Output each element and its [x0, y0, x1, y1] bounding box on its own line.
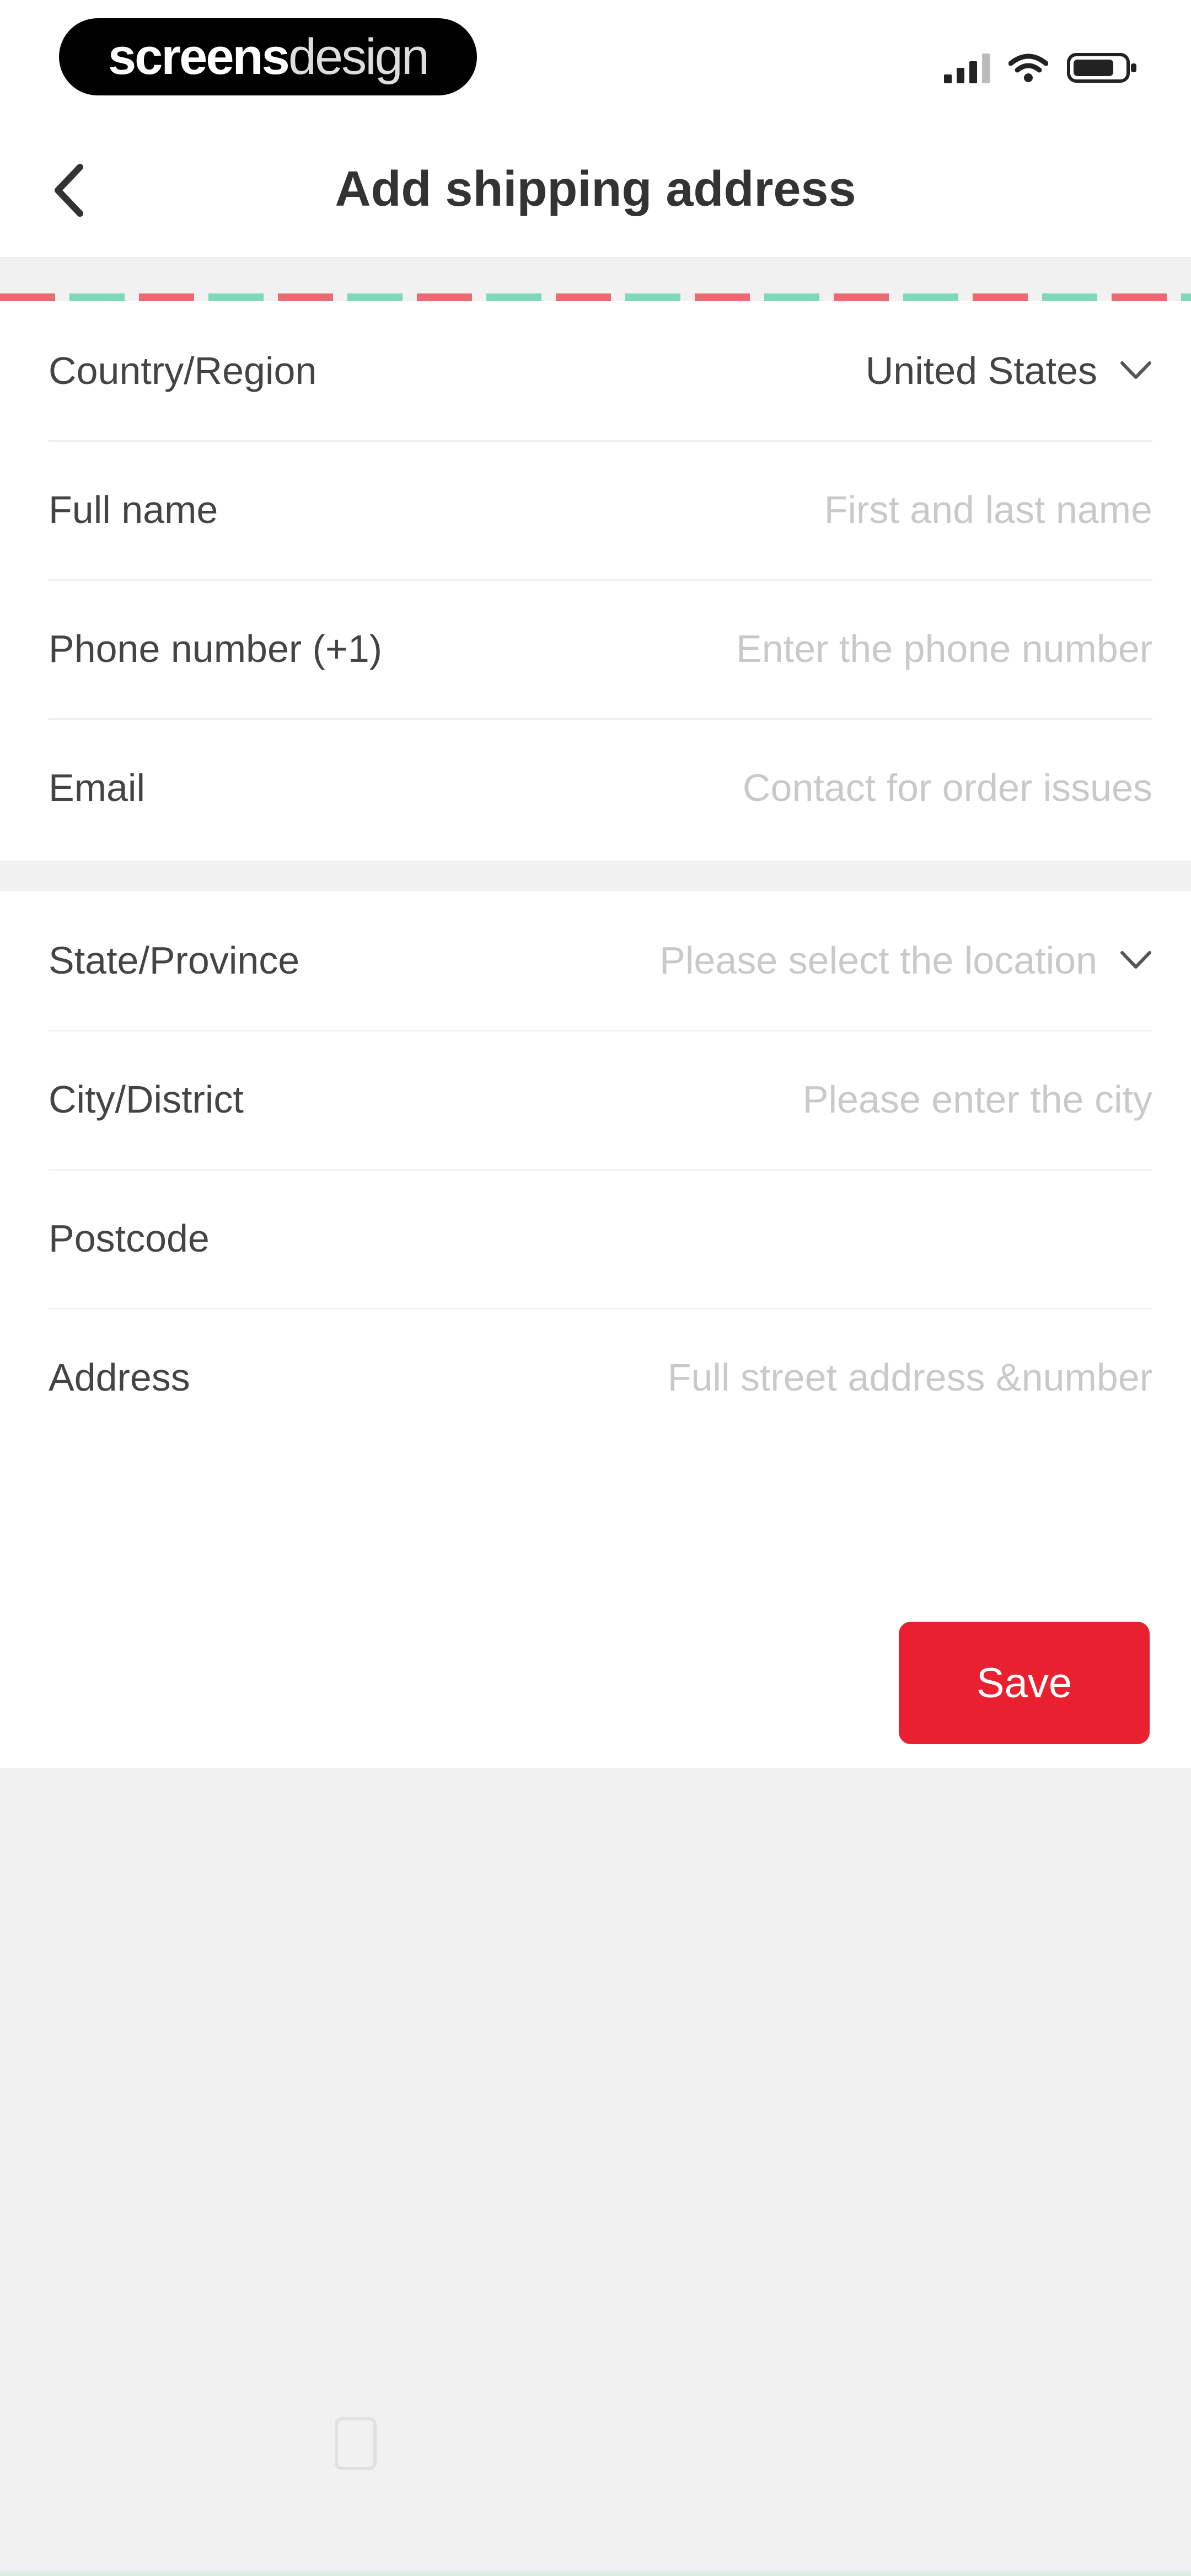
country-value: United States [865, 349, 1097, 392]
field-label: City/District [49, 1078, 244, 1121]
wifi-icon [1008, 54, 1048, 82]
city-district-field[interactable]: City/District Please enter the city [49, 1030, 1152, 1171]
home-icon [335, 2417, 377, 2470]
city-input[interactable]: Please enter the city [803, 1077, 1152, 1121]
phone-number-input[interactable]: Enter the phone number [736, 627, 1152, 671]
address-field[interactable]: Address Full street address &number [49, 1308, 1152, 1447]
chevron-down-icon [1120, 951, 1151, 969]
bottom-edge [0, 2570, 1191, 2576]
save-button[interactable]: Save [899, 1622, 1150, 1744]
chevron-down-icon [1120, 361, 1151, 379]
country-region-field[interactable]: Country/Region United States [49, 301, 1152, 442]
screensdesign-badge: screensdesign [59, 18, 477, 95]
postcode-field[interactable]: Postcode [49, 1169, 1152, 1310]
state-province-field[interactable]: State/Province Please select the locatio… [49, 891, 1152, 1032]
contact-section: Country/Region United States Full name F… [0, 301, 1191, 861]
battery-icon [1067, 53, 1136, 83]
phone-number-field[interactable]: Phone number (+1) Enter the phone number [49, 579, 1152, 720]
field-label: Email [49, 766, 146, 809]
state-province-select[interactable]: Please select the location [659, 938, 1097, 982]
status-icons [944, 49, 1139, 87]
email-input[interactable]: Contact for order issues [743, 766, 1152, 810]
email-field[interactable]: Email Contact for order issues [49, 718, 1152, 857]
address-input[interactable]: Full street address &number [668, 1355, 1152, 1399]
page-header: Add shipping address [0, 127, 1191, 257]
page-title: Add shipping address [335, 162, 856, 217]
full-name-input[interactable]: First and last name [824, 488, 1152, 532]
envelope-stripe-divider [0, 293, 1191, 301]
brand-text-part2: design [288, 29, 430, 85]
brand-text-part1: screens [108, 29, 290, 85]
field-label: Postcode [49, 1217, 210, 1260]
field-label: Phone number (+1) [49, 627, 383, 670]
field-label: Country/Region [49, 349, 317, 392]
field-label: Full name [49, 488, 218, 531]
status-bar: screensdesign [0, 0, 1191, 127]
field-label: Address [49, 1356, 190, 1399]
cellular-signal-icon [944, 52, 990, 83]
full-name-field[interactable]: Full name First and last name [49, 440, 1152, 581]
field-label: State/Province [49, 939, 300, 982]
